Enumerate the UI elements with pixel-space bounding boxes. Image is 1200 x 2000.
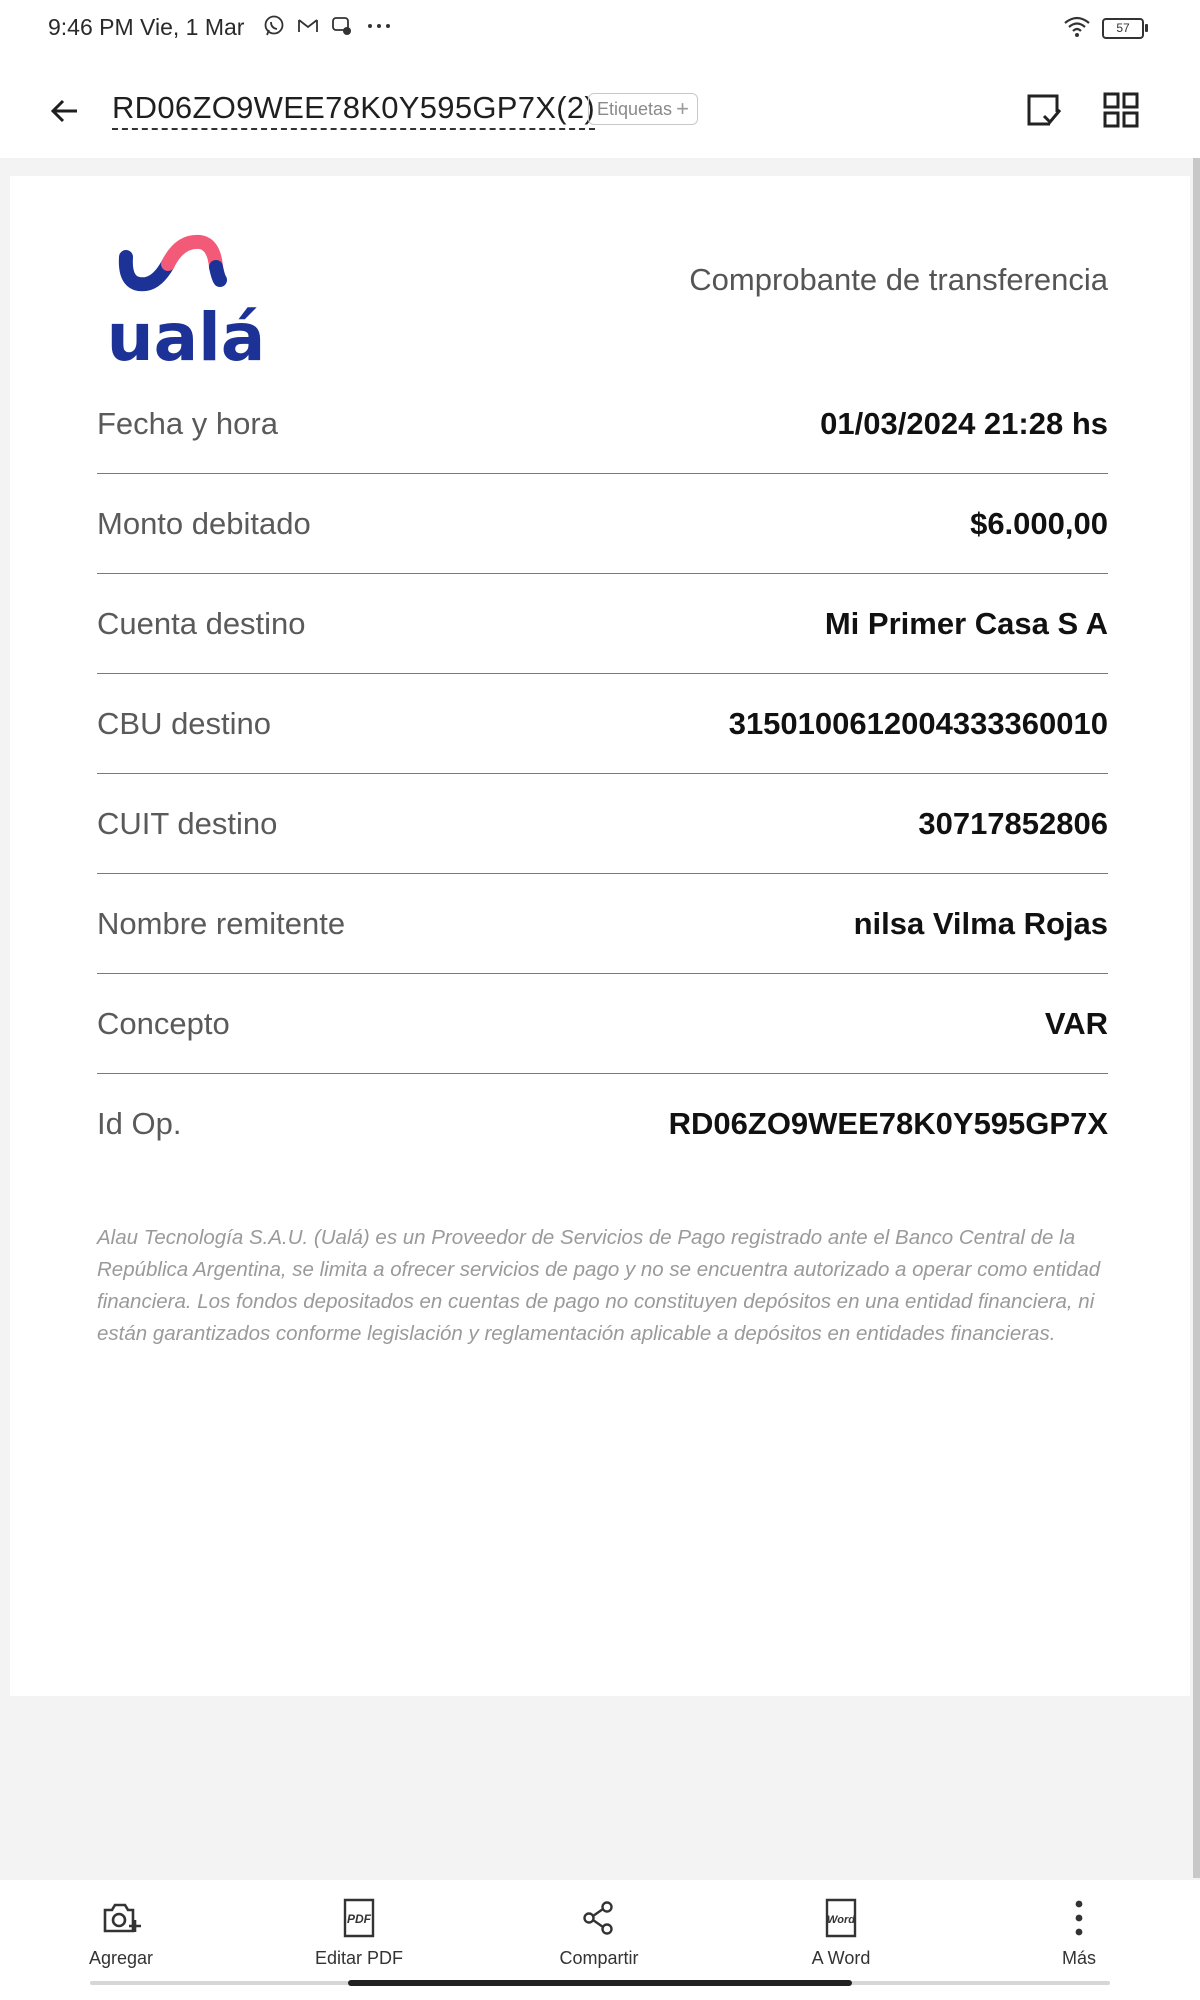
detail-value: Mi Primer Casa S A	[824, 605, 1108, 641]
detail-value: 3150100612004333360010	[728, 705, 1108, 741]
detail-label: CBU destino	[97, 705, 272, 741]
detail-label: Id Op.	[97, 1106, 182, 1141]
status-bar: 9:46 PM Vie, 1 Mar 57	[0, 0, 1200, 60]
add-button[interactable]: Agregar	[46, 1896, 196, 1969]
detail-row-concepto: Concepto VAR	[97, 974, 1108, 1074]
scrollbar-thumb[interactable]	[1193, 158, 1200, 1878]
detail-row-id-op: Id Op. RD06ZO9WEE78K0Y595GP7X	[97, 1074, 1108, 1174]
detail-label: Monto debitado	[97, 505, 311, 541]
detail-row-fecha: Fecha y hora 01/03/2024 21:28 hs	[97, 374, 1108, 474]
document-title[interactable]: RD06ZO9WEE78K0Y595GP7X(2)	[112, 90, 596, 130]
app-bar: RD06ZO9WEE78K0Y595GP7X(2) Etiquetas +	[0, 60, 1200, 158]
status-time: 9:46 PM Vie, 1 Mar	[48, 14, 245, 40]
more-button[interactable]: Más	[1004, 1896, 1154, 1969]
detail-label: Fecha y hora	[97, 405, 278, 441]
svg-text:ualá: ualá	[107, 299, 266, 367]
gmail-icon	[296, 14, 320, 38]
home-indicator[interactable]	[348, 1980, 852, 1986]
detail-label: Cuenta destino	[97, 605, 306, 641]
detail-label: CUIT destino	[97, 805, 278, 841]
more-dots-icon	[364, 14, 394, 38]
grid-view-button[interactable]	[1099, 88, 1143, 132]
tool-label: Editar PDF	[314, 1948, 404, 1968]
plus-icon: +	[676, 96, 689, 121]
check-document-button[interactable]	[1022, 88, 1066, 132]
detail-row-remitente: Nombre remitente nilsa Vilma Rojas	[97, 874, 1108, 974]
detail-value: 30717852806	[918, 805, 1108, 841]
share-button[interactable]: Compartir	[524, 1896, 674, 1969]
pdf-icon: PDF	[337, 1896, 381, 1940]
to-word-button[interactable]: Word A Word	[766, 1896, 916, 1969]
add-photo-icon	[99, 1896, 143, 1940]
share-icon	[577, 1896, 621, 1940]
tool-label: Agregar	[88, 1948, 154, 1968]
svg-text:PDF: PDF	[347, 1912, 372, 1926]
detail-label: Nombre remitente	[97, 905, 346, 941]
uala-logo: ualá	[107, 234, 266, 367]
tags-label: Etiquetas	[597, 99, 673, 119]
tool-label: A Word	[811, 1948, 871, 1968]
detail-row-monto: Monto debitado $6.000,00	[97, 474, 1108, 574]
battery-icon: 57	[1102, 18, 1148, 39]
svg-text:Word: Word	[827, 1914, 855, 1926]
notification-icons	[262, 14, 394, 38]
grid-view-icon	[1103, 92, 1139, 128]
check-document-icon	[1027, 94, 1062, 126]
edit-pdf-button[interactable]: PDF Editar PDF	[284, 1896, 434, 1969]
detail-row-cuit: CUIT destino 30717852806	[97, 774, 1108, 874]
status-right: 57	[1062, 14, 1148, 43]
detail-value: 01/03/2024 21:28 hs	[820, 405, 1108, 441]
tool-label: Compartir	[559, 1948, 639, 1968]
detail-value: nilsa Vilma Rojas	[853, 905, 1108, 941]
detail-value: RD06ZO9WEE78K0Y595GP7X	[668, 1106, 1108, 1141]
tool-label: Más	[1061, 1948, 1096, 1968]
back-arrow-icon	[50, 99, 77, 123]
document-heading: Comprobante de transferencia	[689, 262, 1108, 297]
legal-disclaimer: Alau Tecnología S.A.U. (Ualá) es un Prov…	[97, 1226, 1101, 1345]
tags-button[interactable]: Etiquetas +	[588, 93, 698, 125]
whatsapp-icon	[262, 14, 286, 38]
detail-value: $6.000,00	[970, 505, 1108, 541]
transfer-details: Fecha y hora 01/03/2024 21:28 hs Monto d…	[97, 374, 1108, 1174]
messenger-icon	[330, 14, 354, 38]
back-button[interactable]	[40, 86, 90, 136]
more-vertical-icon	[1057, 1896, 1101, 1940]
wifi-icon	[1062, 14, 1092, 43]
detail-label: Concepto	[97, 1005, 230, 1041]
detail-row-cbu: CBU destino 3150100612004333360010	[97, 674, 1108, 774]
detail-row-cuenta: Cuenta destino Mi Primer Casa S A	[97, 574, 1108, 674]
detail-value: VAR	[1044, 1005, 1108, 1041]
word-icon: Word	[819, 1896, 863, 1940]
